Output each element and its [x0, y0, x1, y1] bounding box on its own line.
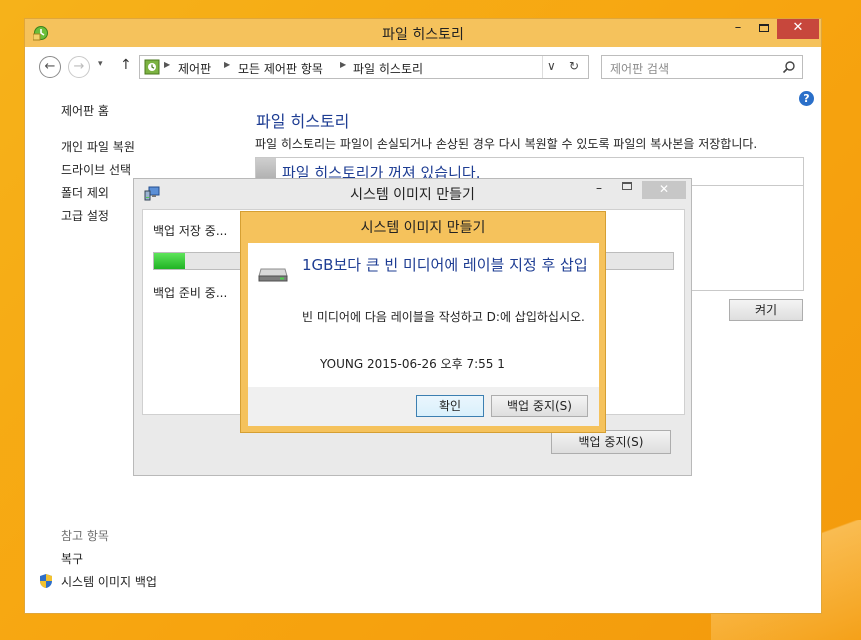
dialog-maximize-button[interactable] [622, 182, 632, 190]
breadcrumb-separator: ▶ [224, 60, 231, 69]
dialog-minimize-button[interactable]: – [596, 181, 602, 195]
control-panel-icon [144, 59, 160, 75]
recent-locations-button[interactable]: ▾ [98, 59, 103, 69]
messagebox-instruction: 빈 미디어에 다음 레이블을 작성하고 D:에 삽입하십시오. [302, 310, 585, 324]
title-bar[interactable]: 파일 히스토리 – ✕ [25, 19, 821, 47]
breadcrumb-control-panel[interactable]: 제어판 [178, 60, 211, 77]
ok-button[interactable]: 확인 [416, 395, 484, 417]
maximize-icon [759, 24, 769, 32]
system-image-backup-link[interactable]: 시스템 이미지 백업 [61, 573, 157, 590]
stop-backup-button[interactable]: 백업 중지(S) [491, 395, 588, 417]
search-icon[interactable] [782, 60, 796, 74]
exclude-folders-link[interactable]: 폴더 제외 [61, 184, 109, 201]
turn-on-button[interactable]: 켜기 [729, 299, 803, 321]
select-drive-link[interactable]: 드라이브 선택 [61, 161, 131, 178]
maximize-button[interactable] [751, 19, 777, 39]
backup-preparing-status: 백업 준비 중... [153, 286, 228, 300]
refresh-button[interactable]: ↻ [569, 59, 579, 73]
dialog-stop-backup-button[interactable]: 백업 중지(S) [551, 430, 671, 454]
window-title: 파일 히스토리 [382, 27, 464, 43]
messagebox-title: 시스템 이미지 만들기 [360, 220, 486, 236]
recovery-link[interactable]: 복구 [61, 550, 83, 567]
address-controls: ∨ ↻ [542, 56, 588, 78]
messagebox-heading: 1GB보다 큰 빈 미디어에 레이블 지정 후 삽입 [302, 256, 588, 274]
navigation-bar: ← → ▾ ↑ ▶ 제어판 ▶ 모든 제어판 항목 ▶ 파일 히스토리 ∨ ↻ … [25, 47, 821, 85]
messagebox-body: 1GB보다 큰 빈 미디어에 레이블 지정 후 삽입 빈 미디어에 다음 레이블… [248, 243, 599, 387]
page-description: 파일 히스토리는 파일이 손실되거나 손상된 경우 다시 복원할 수 있도록 파… [255, 137, 758, 151]
minimize-button[interactable]: – [725, 19, 751, 39]
insert-media-messagebox: 시스템 이미지 만들기 1GB보다 큰 빈 미디어에 레이블 지정 후 삽입 빈… [240, 211, 606, 433]
search-box[interactable]: 제어판 검색 [601, 55, 803, 79]
search-placeholder: 제어판 검색 [610, 62, 670, 76]
progress-fill [154, 253, 186, 269]
control-panel-home-link[interactable]: 제어판 홈 [61, 102, 109, 119]
dialog-close-button[interactable]: ✕ [642, 181, 686, 199]
backup-saving-status: 백업 저장 중... [153, 224, 228, 238]
media-label-text: YOUNG 2015-06-26 오후 7:55 1 [320, 357, 505, 371]
address-bar[interactable]: ▶ 제어판 ▶ 모든 제어판 항목 ▶ 파일 히스토리 ∨ ↻ [139, 55, 589, 79]
breadcrumb-separator: ▶ [340, 60, 347, 69]
shield-icon [40, 574, 52, 588]
breadcrumb-all-items[interactable]: 모든 제어판 항목 [238, 60, 323, 77]
breadcrumb-file-history[interactable]: 파일 히스토리 [353, 60, 423, 77]
restore-personal-files-link[interactable]: 개인 파일 복원 [61, 138, 135, 155]
messagebox-footer: 확인 백업 중지(S) [248, 387, 599, 426]
up-button[interactable]: ↑ [120, 57, 132, 73]
dialog-title: 시스템 이미지 만들기 [350, 187, 475, 203]
help-icon[interactable]: ? [799, 91, 814, 106]
back-button[interactable]: ← [39, 56, 61, 78]
page-title: 파일 히스토리 [256, 112, 350, 131]
address-dropdown-button[interactable]: ∨ [547, 59, 556, 73]
forward-button[interactable]: → [68, 56, 90, 78]
breadcrumb-separator: ▶ [164, 60, 171, 69]
dialog-title-bar[interactable]: 시스템 이미지 만들기 – ✕ [134, 179, 691, 207]
advanced-settings-link[interactable]: 고급 설정 [61, 207, 109, 224]
see-also-label: 참고 항목 [61, 529, 109, 543]
close-button[interactable]: ✕ [777, 19, 819, 39]
drive-icon [258, 268, 288, 282]
